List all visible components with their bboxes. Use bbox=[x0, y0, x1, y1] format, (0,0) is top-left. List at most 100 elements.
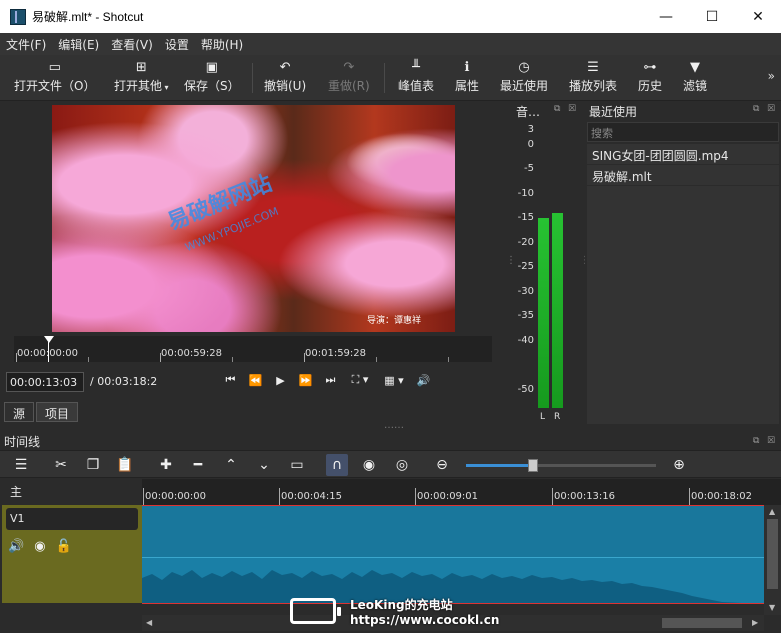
meter-right-bar bbox=[552, 213, 563, 408]
close-panel-icon[interactable]: ☒ bbox=[767, 436, 775, 446]
recent-panel-title: 最近使用 bbox=[589, 105, 638, 119]
undo-icon: ↶ bbox=[279, 60, 291, 75]
zoom-in-icon[interactable]: ⊕ bbox=[668, 454, 690, 476]
track-name-field[interactable]: V1 bbox=[6, 508, 138, 530]
menu-file[interactable]: 文件(F) bbox=[6, 36, 46, 53]
float-panel-icon[interactable]: ⧉ bbox=[554, 104, 560, 114]
save-button[interactable]: ▣ 保存（S） bbox=[184, 59, 240, 99]
recent-item[interactable]: 易破解.mlt bbox=[587, 165, 779, 186]
redo-icon: ↷ bbox=[343, 60, 355, 75]
timeline-ruler[interactable]: 00:00:00:00 00:00:04:15 00:00:09:01 00:0… bbox=[142, 479, 781, 505]
recent-button[interactable]: ◷ 最近使用 bbox=[500, 59, 548, 99]
close-button[interactable]: ✕ bbox=[735, 0, 781, 33]
timeline-clip[interactable] bbox=[142, 505, 764, 604]
video-preview[interactable]: 易破解网站 WWW.YPOJIE.COM 导演：谭惠祥 bbox=[52, 105, 455, 332]
zoom-slider-fill bbox=[466, 464, 533, 467]
info-icon: ℹ bbox=[464, 60, 470, 75]
tab-project[interactable]: 项目 bbox=[36, 402, 79, 422]
meter-left-label: L bbox=[540, 412, 546, 422]
scroll-down-icon[interactable]: ▼ bbox=[769, 603, 775, 612]
track-header-v1[interactable]: V1 🔊 ◉ 🔓 bbox=[2, 505, 142, 603]
properties-button[interactable]: ℹ 属性 bbox=[455, 59, 479, 99]
scroll-left-icon[interactable]: ◀ bbox=[146, 618, 152, 627]
recent-panel: 最近使用 ⧉ ☒ 搜索 SING女团-团团圆圆.mp4 易破解.mlt bbox=[585, 102, 781, 426]
timeline-vertical-scrollbar[interactable]: ▲ ▼ bbox=[764, 505, 781, 615]
zoom-fit-icon[interactable]: ⛶ ▾ bbox=[343, 373, 377, 387]
playlist-button[interactable]: ☰ 播放列表 bbox=[569, 59, 617, 99]
skip-to-end-icon[interactable]: ⏭ bbox=[318, 373, 343, 387]
zoom-slider-thumb[interactable] bbox=[527, 459, 538, 472]
close-panel-icon[interactable]: ☒ bbox=[767, 104, 775, 114]
fast-forward-icon[interactable]: ⏩ bbox=[293, 374, 318, 387]
timeline-zoom-slider[interactable] bbox=[466, 459, 656, 472]
ruler-tick bbox=[415, 488, 416, 505]
append-icon[interactable]: ✚ bbox=[155, 454, 177, 476]
watermark-line2: https://www.cocokl.cn bbox=[350, 612, 500, 627]
ruler-minor-tick bbox=[448, 357, 449, 362]
menu-view[interactable]: 查看(V) bbox=[111, 36, 153, 53]
open-other-label: 打开其他 ▾ bbox=[114, 79, 169, 93]
remove-icon[interactable]: ━ bbox=[187, 454, 209, 476]
volume-icon[interactable]: 🔊 bbox=[411, 374, 436, 387]
meter-scale-label: -40 bbox=[517, 334, 534, 346]
recent-list-background bbox=[587, 144, 779, 424]
playlist-label: 播放列表 bbox=[569, 79, 618, 93]
paste-icon[interactable]: 📋 bbox=[114, 454, 136, 476]
hide-eye-icon[interactable]: ◉ bbox=[34, 539, 45, 554]
meter-scale-label: -10 bbox=[517, 187, 534, 199]
ruler-label: 00:00:04:15 bbox=[281, 491, 343, 502]
undo-button[interactable]: ↶ 撤销(U) bbox=[264, 59, 306, 99]
rewind-icon[interactable]: ⏪ bbox=[243, 374, 268, 387]
menu-settings[interactable]: 设置 bbox=[165, 36, 189, 53]
float-panel-icon[interactable]: ⧉ bbox=[753, 104, 759, 114]
lift-icon[interactable]: ⌃ bbox=[220, 454, 242, 476]
scroll-right-icon[interactable]: ▶ bbox=[752, 618, 758, 627]
toolbar-overflow-button[interactable]: » bbox=[768, 69, 775, 83]
watermark-line1: LeoKing的充电站 bbox=[350, 597, 453, 612]
player-tabs: 源 项目 bbox=[4, 402, 80, 422]
split-icon[interactable]: ▭ bbox=[286, 454, 308, 476]
scrub-eye-icon[interactable]: ◉ bbox=[358, 454, 380, 476]
menu-edit[interactable]: 编辑(E) bbox=[58, 36, 99, 53]
timeline-title: 时间线 bbox=[4, 435, 41, 449]
menu-help[interactable]: 帮助(H) bbox=[201, 36, 243, 53]
peak-meter-button[interactable]: ╨ 峰值表 bbox=[398, 59, 434, 99]
float-panel-icon[interactable]: ⧉ bbox=[753, 436, 759, 446]
filters-button[interactable]: ▼ 滤镜 bbox=[683, 59, 707, 99]
skip-to-start-icon[interactable]: ⏮ bbox=[218, 373, 243, 387]
playhead-marker[interactable] bbox=[44, 336, 54, 343]
cut-icon[interactable]: ✂ bbox=[50, 454, 72, 476]
ripple-icon[interactable]: ◎ bbox=[391, 454, 413, 476]
menu-bar: 文件(F) 编辑(E) 查看(V) 设置 帮助(H) bbox=[0, 33, 781, 55]
recent-item[interactable]: SING女团-团团圆圆.mp4 bbox=[587, 144, 779, 165]
undo-label: 撤销(U) bbox=[264, 79, 307, 93]
snap-magnet-icon[interactable]: ∩ bbox=[326, 454, 348, 476]
close-panel-icon[interactable]: ☒ bbox=[568, 104, 576, 114]
open-other-button[interactable]: ⊞ 打开其他 ▾ bbox=[114, 59, 169, 99]
maximize-button[interactable]: ☐ bbox=[689, 0, 735, 33]
mute-speaker-icon[interactable]: 🔊 bbox=[8, 539, 24, 554]
overwrite-icon[interactable]: ⌄ bbox=[253, 454, 275, 476]
meter-scale-label: 0 bbox=[527, 138, 534, 150]
timeline-menu-icon[interactable]: ☰ bbox=[10, 454, 32, 476]
history-button[interactable]: ⊶ 历史 bbox=[638, 59, 662, 99]
lock-open-icon[interactable]: 🔓 bbox=[56, 539, 72, 554]
horizontal-scroll-thumb[interactable] bbox=[662, 618, 742, 628]
window-title: 易破解.mlt* - Shotcut bbox=[32, 10, 144, 24]
peak-meter-icon: ╨ bbox=[412, 60, 420, 75]
minimize-button[interactable]: — bbox=[643, 0, 689, 33]
tab-source[interactable]: 源 bbox=[4, 402, 35, 422]
zoom-out-icon[interactable]: ⊖ bbox=[431, 454, 453, 476]
open-file-button[interactable]: ▭ 打开文件（O） bbox=[14, 59, 95, 99]
horizontal-splitter-handle[interactable]: …… bbox=[384, 420, 404, 431]
recent-search-input[interactable]: 搜索 bbox=[587, 122, 779, 142]
player-scrubber[interactable]: 00:00:00:00 00:00:59:28 00:01:59:28 bbox=[14, 336, 492, 362]
copy-icon[interactable]: ❐ bbox=[82, 454, 104, 476]
scroll-up-icon[interactable]: ▲ bbox=[769, 507, 775, 516]
play-icon[interactable]: ▶ bbox=[268, 374, 293, 387]
vertical-scroll-thumb[interactable] bbox=[767, 519, 778, 589]
audio-meter-panel: 音… ⧉ ☒ 3 0 -5 -10 -15 -20 -25 -30 -35 -40 -50 L R bbox=[512, 102, 582, 426]
redo-button[interactable]: ↷ 重做(R) bbox=[328, 59, 370, 99]
current-timecode-input[interactable]: 00:00:13:03 bbox=[6, 372, 84, 392]
grid-icon[interactable]: ▦ ▾ bbox=[377, 374, 411, 387]
